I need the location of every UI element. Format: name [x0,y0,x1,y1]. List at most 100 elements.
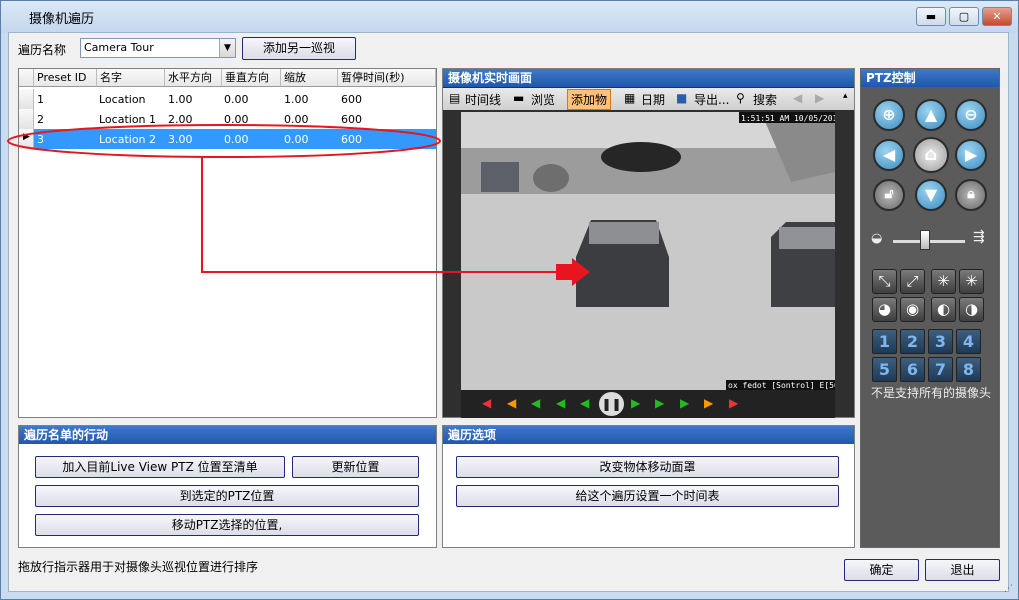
cell-id: 2 [37,113,44,126]
zoom-out-icon[interactable]: ⊖ [955,99,987,131]
skip-start-icon[interactable]: ◀ [482,396,491,410]
save-icon: ■ [676,91,688,105]
speed-slider-thumb[interactable] [920,230,931,250]
fast-icon: ⇶ [973,229,985,245]
camera-snow-scene: ox fedot [Sontrol] E[56] 1:51:51 AM 10/0… [461,112,835,390]
drag-hint-text: 拖放行指示器用于对摄像头巡视位置进行排序 [18,560,259,574]
arrow-right-icon[interactable]: ▶ [955,139,987,171]
iris-open-icon[interactable]: ◕ [872,297,897,322]
unlock-icon[interactable]: 🔓︎ [873,179,905,211]
camera-caption: ox fedot [Sontrol] E[56] [728,381,835,390]
row-header[interactable] [19,109,34,129]
add-another-tour-button[interactable]: 添加另一巡视 [242,37,356,60]
preset-grid: Preset ID 名字 水平方向 垂直方向 缩放 暂停时间(秒) 1 Loca… [18,68,437,418]
arrow-up-icon[interactable]: ▲ [915,99,947,131]
preset-5-button[interactable]: 5 [872,357,897,382]
slow-icon: ◒ [871,231,883,246]
close-button[interactable]: ✕ [982,7,1012,26]
preset-2-button[interactable]: 2 [900,329,925,354]
ptz-header: PTZ控制 [861,69,999,87]
focus-near-icon[interactable]: ✳ [931,269,956,294]
toolbar-scroll-icon[interactable]: ▴ [843,91,848,101]
col-preset-id[interactable]: Preset ID [34,69,97,87]
chevron-down-icon[interactable]: ▼ [219,39,235,57]
lock-icon[interactable]: 🔒︎ [955,179,987,211]
expand-icon[interactable]: ⤢ [900,269,925,294]
arrow-left-icon[interactable]: ◀ [793,91,802,105]
brightness-up-icon[interactable]: ◐ [931,297,956,322]
col-tilt[interactable]: 垂直方向 [222,69,281,87]
resize-grip-icon[interactable]: ⋰ [1004,584,1013,594]
focus-far-icon[interactable]: ✳ [959,269,984,294]
window-title: 摄像机遍历 [29,12,95,27]
fast-rewind-icon[interactable]: ◀ [531,396,540,410]
move-ptz-position-button[interactable]: 移动PTZ选择的位置, [35,514,419,536]
preset-3-button[interactable]: 3 [928,329,953,354]
arrow-down-icon[interactable]: ▼ [915,179,947,211]
cell-pan: 1.00 [168,93,193,106]
cell-tilt: 0.00 [224,133,249,146]
search-button[interactable]: 搜索 [753,91,777,108]
cell-id: 3 [37,133,44,146]
date-button[interactable]: 日期 [641,91,665,108]
set-schedule-button[interactable]: 给这个遍历设置一个时间表 [456,485,839,507]
preset-1-button[interactable]: 1 [872,329,897,354]
cell-dwell: 600 [341,93,362,106]
col-zoom[interactable]: 缩放 [281,69,338,87]
preset-7-button[interactable]: 7 [928,357,953,382]
rewind-icon[interactable]: ◀ [556,396,565,410]
col-pan[interactable]: 水平方向 [165,69,222,87]
step-forward-icon[interactable]: ▶ [631,396,640,410]
browse-button[interactable]: 浏览 [531,91,555,108]
collapse-icon[interactable]: ⤡ [872,269,897,294]
home-icon[interactable]: ⌂ [913,137,949,173]
exit-button[interactable]: 退出 [925,559,1000,581]
iris-close-icon[interactable]: ◉ [900,297,925,322]
change-motion-mask-button[interactable]: 改变物体移动面罩 [456,456,839,478]
table-row-selected[interactable]: ▶ 3 Location 2 3.00 0.00 0.00 600 [19,129,436,149]
minimize-button[interactable]: ▬ [916,7,946,26]
step-back-icon[interactable]: ◀ [580,396,589,410]
forward-icon[interactable]: ▶ [655,396,664,410]
ok-button[interactable]: 确定 [844,559,919,581]
preset-4-button[interactable]: 4 [956,329,981,354]
cell-tilt: 0.00 [224,113,249,126]
title-bar: 摄像机遍历 ▬ ▢ ✕ [1,1,1018,33]
col-dwell[interactable]: 暂停时间(秒) [338,69,436,87]
alert-next-icon[interactable]: ▶ [704,396,713,410]
add-object-button[interactable]: 添加物 [567,89,612,110]
cell-name: Location 1 [99,113,157,126]
cell-pan: 3.00 [168,133,193,146]
table-row[interactable]: 2 Location 1 2.00 0.00 0.00 600 [19,109,436,129]
add-current-position-button[interactable]: 加入目前Live View PTZ 位置至清单 [35,456,285,478]
ptz-panel: PTZ控制 ⊕ ▲ ⊖ ◀ ⌂ ▶ 🔓︎ ▼ 🔒︎ ◒ ⇶ ⤡ ⤢ ✳ ✳ ◕ … [860,68,1000,548]
goto-ptz-position-button[interactable]: 到选定的PTZ位置 [35,485,419,507]
table-row[interactable]: 1 Location 1.00 0.00 1.00 600 [19,89,436,109]
calendar-icon: ▦ [624,91,636,105]
zoom-in-icon[interactable]: ⊕ [873,99,905,131]
cell-zoom: 1.00 [284,93,309,106]
brightness-down-icon[interactable]: ◑ [959,297,984,322]
timeline-icon: ▤ [449,91,461,105]
col-name[interactable]: 名字 [97,69,165,87]
camera-timestamp: 1:51:51 AM 10/05/2014 [741,114,835,123]
grid-corner [19,69,34,87]
alert-prev-icon[interactable]: ◀ [507,396,516,410]
export-button[interactable]: 导出... [694,91,729,108]
tour-options-header: 遍历选项 [443,426,854,444]
maximize-button[interactable]: ▢ [949,7,979,26]
preset-6-button[interactable]: 6 [900,357,925,382]
row-header[interactable] [19,89,34,109]
tour-name-select[interactable]: Camera Tour ▼ [80,38,236,58]
timeline-button[interactable]: 时间线 [465,91,501,108]
arrow-left-icon[interactable]: ◀ [873,139,905,171]
pause-icon[interactable]: ❚❚ [599,392,624,416]
preset-8-button[interactable]: 8 [956,357,981,382]
search-icon: ⚲ [736,91,745,105]
update-position-button[interactable]: 更新位置 [292,456,419,478]
arrow-right-icon[interactable]: ▶ [815,91,824,105]
skip-end-icon[interactable]: ▶ [729,396,738,410]
fast-forward-icon[interactable]: ▶ [680,396,689,410]
cell-name: Location 2 [99,133,157,146]
row-header[interactable]: ▶ [19,129,34,149]
